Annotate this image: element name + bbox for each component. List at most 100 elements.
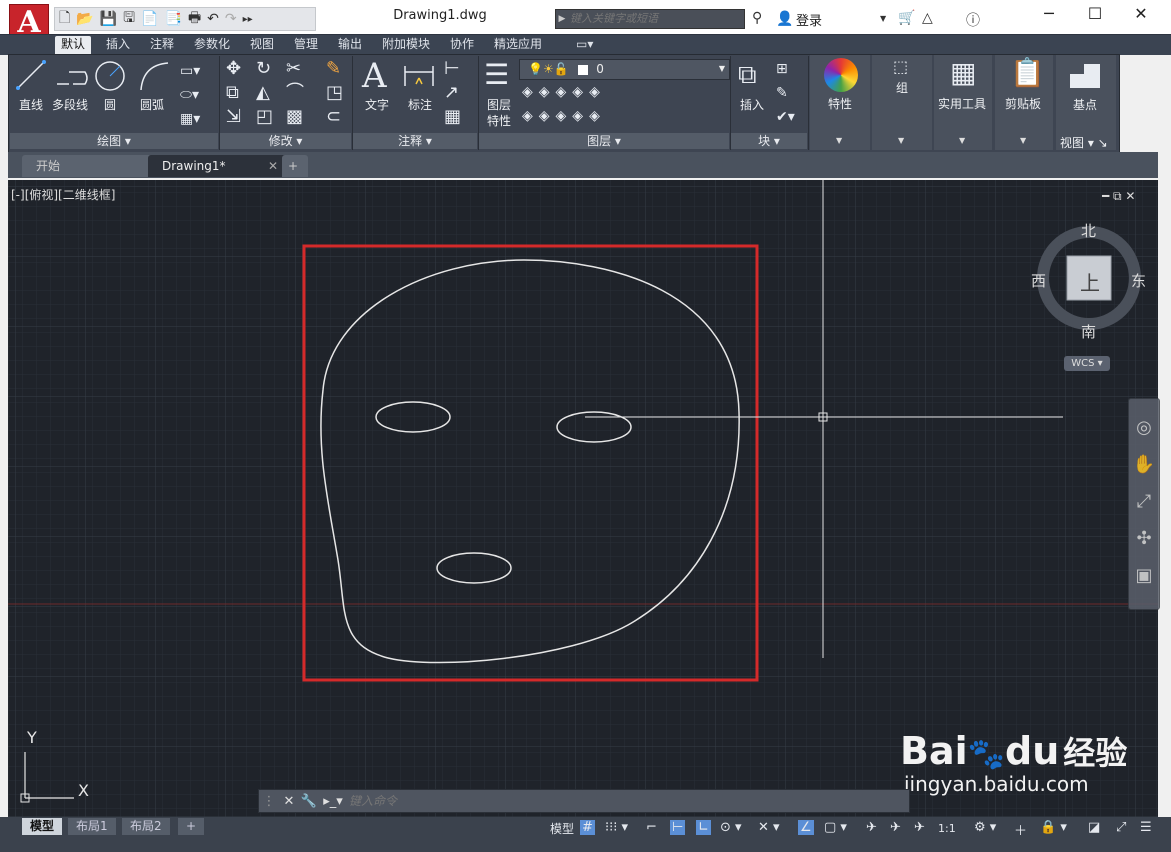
- layers-panel-title[interactable]: 图层 ▾: [479, 133, 729, 149]
- move-icon[interactable]: ✥: [226, 60, 241, 78]
- line-button[interactable]: 直线: [19, 96, 43, 113]
- minimize-button[interactable]: ─: [1026, 4, 1072, 26]
- block-attr-icon[interactable]: ✔▾: [776, 108, 795, 126]
- command-prompt-icon[interactable]: ▸_▾: [319, 794, 347, 809]
- model-space-button[interactable]: 模型: [550, 820, 574, 837]
- mirror-icon[interactable]: ◭: [256, 84, 270, 102]
- tab-collaborate[interactable]: 协作: [444, 36, 480, 54]
- tab-layout1[interactable]: 布局1: [68, 818, 116, 835]
- new-tab-button[interactable]: +: [282, 155, 308, 177]
- layer-properties-label1[interactable]: 图层: [487, 96, 511, 113]
- offset-icon[interactable]: ⊂: [326, 108, 341, 126]
- viewport-label[interactable]: [-][俯视][二维线框]: [11, 186, 115, 203]
- linear-dim-icon[interactable]: ⊢: [444, 60, 460, 78]
- expand-icon[interactable]: ▶: [556, 14, 568, 24]
- wcs-menu-button[interactable]: WCS ▾: [1064, 356, 1110, 371]
- close-icon[interactable]: ✕: [268, 155, 278, 177]
- save-as-icon[interactable]: 🖫: [123, 7, 135, 31]
- tab-view[interactable]: 视图: [244, 36, 280, 54]
- undo-icon[interactable]: ↶: [207, 11, 219, 27]
- object-snap-icon[interactable]: ▢ ▾: [824, 820, 847, 835]
- tab-annotate[interactable]: 注释: [144, 36, 180, 54]
- annotation-panel-title[interactable]: 注释 ▾: [353, 133, 477, 149]
- tab-model[interactable]: 模型: [22, 818, 63, 835]
- redo-icon[interactable]: ↷: [225, 11, 237, 27]
- tab-featured-apps[interactable]: 精选应用: [488, 36, 548, 54]
- arc-button[interactable]: 圆弧: [140, 96, 164, 113]
- dimension-button[interactable]: 标注: [408, 96, 432, 113]
- grip-icon[interactable]: ⋮: [259, 794, 279, 809]
- drawing-canvas[interactable]: ━ ⧉ ✕: [8, 180, 1158, 817]
- tab-layout2[interactable]: 布局2: [122, 818, 170, 835]
- stretch-icon[interactable]: ⇲: [226, 108, 241, 126]
- binoculars-icon[interactable]: ⚲: [752, 10, 762, 26]
- block-panel-title[interactable]: 块 ▾: [731, 133, 807, 149]
- rectangle-icon[interactable]: ▭▾: [180, 62, 200, 80]
- modify-panel-title[interactable]: 修改 ▾: [220, 133, 351, 149]
- search-input[interactable]: [568, 11, 744, 27]
- lock-ui-icon[interactable]: 🔒 ▾: [1040, 820, 1067, 835]
- tab-home[interactable]: 默认: [55, 36, 92, 54]
- compass-east[interactable]: 东: [1131, 270, 1146, 291]
- trim-icon[interactable]: ✂: [286, 60, 301, 78]
- annotation-visibility-icon[interactable]: ✈: [866, 820, 877, 835]
- fillet-icon[interactable]: ⌒: [286, 84, 304, 102]
- compass-north[interactable]: 北: [1081, 220, 1096, 241]
- maximize-button[interactable]: ☐: [1072, 4, 1118, 26]
- explode-icon[interactable]: ◳: [326, 84, 343, 102]
- plot-icon[interactable]: 🖶: [188, 7, 201, 31]
- rotate-icon[interactable]: ↻: [256, 60, 271, 78]
- auto-scale-icon[interactable]: ✈: [890, 820, 901, 835]
- create-block-icon[interactable]: ⊞: [776, 60, 788, 78]
- viewport-controls-icon[interactable]: ━ ⧉ ✕: [1101, 189, 1135, 203]
- hatch-icon[interactable]: ▦▾: [180, 110, 200, 128]
- navigation-bar[interactable]: ◎ ✋ ⤢ ✣ ▣: [1128, 398, 1160, 610]
- orbit-icon[interactable]: ✣: [1129, 528, 1159, 549]
- export-icon[interactable]: 📄: [141, 11, 158, 27]
- cart-icon[interactable]: 🛒: [898, 10, 915, 26]
- tab-insert[interactable]: 插入: [100, 36, 136, 54]
- layer-tools-row1[interactable]: ◈◈◈◈◈: [522, 84, 642, 100]
- copy-icon[interactable]: ⧉: [226, 84, 239, 102]
- layer-tools-row2[interactable]: ◈◈◈◈◈: [522, 108, 642, 124]
- ellipse-icon[interactable]: ⬭▾: [180, 86, 199, 104]
- compass-south[interactable]: 南: [1081, 321, 1096, 342]
- text-button[interactable]: 文字: [365, 96, 389, 113]
- ortho-mode-icon[interactable]: ∟: [696, 820, 711, 835]
- save-icon[interactable]: 💾: [100, 11, 117, 27]
- zoom-icon[interactable]: ⤢: [1129, 491, 1159, 512]
- command-input[interactable]: [347, 791, 909, 811]
- tab-start[interactable]: 开始: [22, 155, 156, 177]
- grid-toggle-icon[interactable]: #: [580, 820, 595, 835]
- leader-icon[interactable]: ↗: [444, 84, 459, 102]
- fullscreen-icon[interactable]: ⤢: [1116, 820, 1126, 835]
- layer-properties-label2[interactable]: 特性: [487, 112, 511, 129]
- isolate-objects-icon[interactable]: ◪: [1088, 820, 1100, 835]
- open-folder-icon[interactable]: 📂: [76, 11, 93, 27]
- login-link[interactable]: 登录: [796, 10, 822, 29]
- layer-dropdown[interactable]: 💡☀🔓 0 ▼: [519, 59, 730, 80]
- polyline-button[interactable]: 多段线: [52, 96, 88, 113]
- add-layout-button[interactable]: +: [178, 818, 205, 835]
- view-panel-title[interactable]: 视图 ▾ ↘: [1060, 134, 1108, 151]
- customize-icon[interactable]: ☰: [1140, 820, 1152, 835]
- chevron-down-icon[interactable]: ▼: [880, 14, 886, 23]
- pan-icon[interactable]: ✋: [1129, 454, 1159, 475]
- insert-button[interactable]: 插入: [740, 96, 764, 113]
- tab-output[interactable]: 输出: [332, 36, 368, 54]
- search-box[interactable]: ▶: [555, 9, 745, 29]
- dynamic-input-icon[interactable]: ⊢: [670, 820, 686, 835]
- tab-manage[interactable]: 管理: [288, 36, 324, 54]
- object-snap-tracking-icon[interactable]: ∠: [798, 820, 814, 835]
- more-icon[interactable]: ▸▸: [243, 14, 253, 25]
- table-icon[interactable]: ▦: [444, 108, 461, 126]
- a360-icon[interactable]: △: [922, 10, 933, 26]
- isodraft-icon[interactable]: ✕ ▾: [758, 820, 780, 835]
- tab-parametric[interactable]: 参数化: [188, 36, 236, 54]
- showmotion-icon[interactable]: ▣: [1129, 565, 1159, 586]
- compass-west[interactable]: 西: [1031, 270, 1046, 291]
- publish-icon[interactable]: 📑: [165, 11, 182, 27]
- edit-block-icon[interactable]: ✎: [776, 84, 788, 102]
- scale-icon[interactable]: ◰: [256, 108, 273, 126]
- tab-drawing1[interactable]: Drawing1* ✕: [148, 155, 288, 177]
